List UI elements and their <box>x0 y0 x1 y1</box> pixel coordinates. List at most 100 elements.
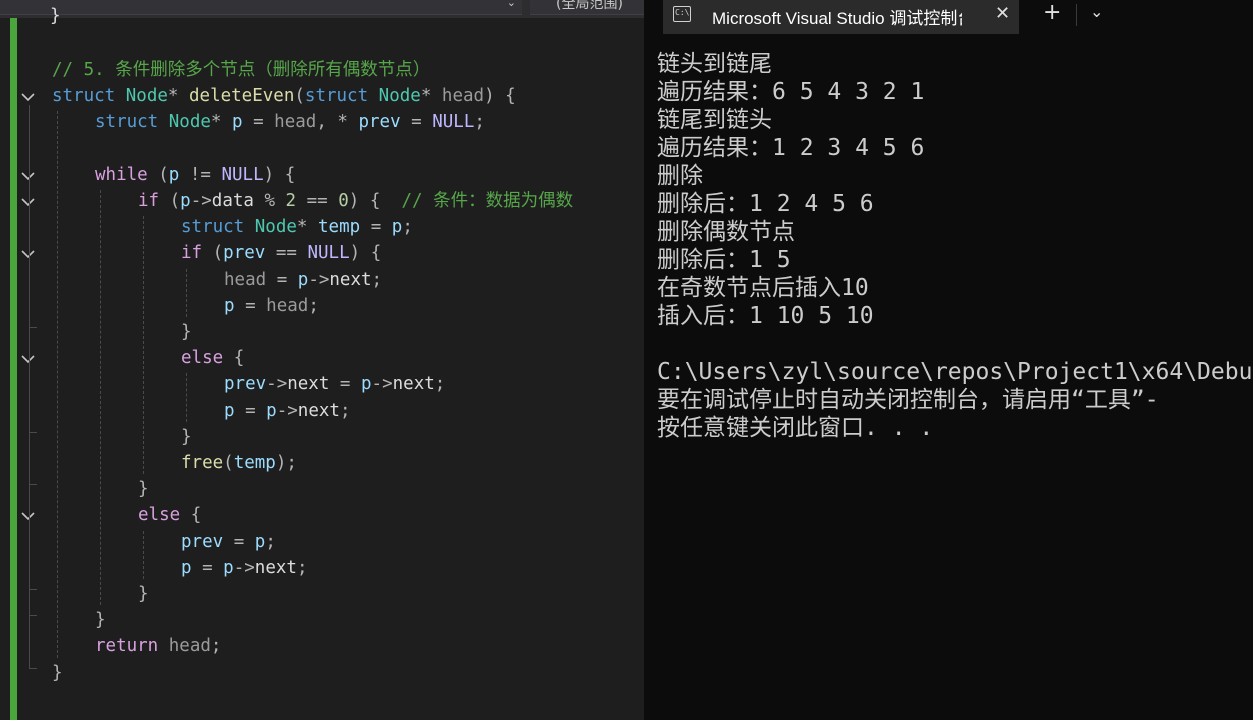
indent-guide <box>143 216 144 475</box>
code-token: prev <box>224 374 267 395</box>
code-editor[interactable]: ⌄ (全局范围) } // 5. 条件删除多个节点（删除所有偶数节点） struc… <box>0 0 644 720</box>
editor-navigation-bar: ⌄ (全局范围) <box>0 0 644 18</box>
new-tab-button[interactable]: + <box>1043 0 1061 25</box>
code-token: NULL <box>221 164 264 185</box>
console-output-line: 删除后：1 2 4 5 6 <box>657 191 874 217</box>
close-icon[interactable]: ✕ <box>995 3 1010 24</box>
code-token: ; <box>434 374 446 395</box>
code-line[interactable]: // 5. 条件删除多个节点（删除所有偶数节点） <box>52 57 430 83</box>
code-token: struct <box>304 86 369 107</box>
code-line[interactable]: if (p->data % 2 == 0) { // 条件：数据为偶数 <box>138 188 573 214</box>
tab-title: Microsoft Visual Studio 调试控制台 <box>712 9 962 28</box>
code-token: } <box>52 662 63 683</box>
code-line[interactable]: } <box>95 607 106 633</box>
code-token: prev <box>223 243 266 264</box>
code-line[interactable]: } <box>52 660 63 686</box>
code-line[interactable]: } <box>138 581 149 607</box>
indent-guide <box>186 268 187 317</box>
code-token: ; <box>296 557 308 578</box>
code-token: } <box>138 584 149 604</box>
console-output-line: 链头到链尾 <box>657 51 772 77</box>
code-token: ( <box>294 86 305 107</box>
member-dropdown[interactable]: ⌄ <box>0 0 522 15</box>
scope-dropdown[interactable]: (全局范围) <box>530 0 644 15</box>
code-line[interactable]: } <box>181 319 192 345</box>
code-line[interactable]: } <box>181 424 192 450</box>
code-line[interactable]: return head; <box>95 633 221 659</box>
code-token: = <box>360 217 392 238</box>
code-line[interactable]: p = head; <box>224 293 319 319</box>
fold-chevron-icon[interactable] <box>20 91 36 105</box>
fold-chevron-icon[interactable] <box>20 170 36 184</box>
code-token: p <box>254 531 266 552</box>
code-token: = <box>234 400 267 421</box>
code-token: } <box>181 426 192 447</box>
fold-scope-end <box>29 615 37 617</box>
code-token: } <box>181 322 192 342</box>
fold-scope-line <box>29 367 30 432</box>
fold-scope-end <box>29 667 37 669</box>
debug-console-window[interactable]: C:\ Microsoft Visual Studio 调试控制台 ✕ + ⌄ … <box>646 0 1253 720</box>
console-output-line: 删除后：1 5 <box>657 247 791 273</box>
code-token: * <box>420 86 442 107</box>
code-token: , * <box>316 112 359 133</box>
code-line[interactable]: free(temp); <box>181 450 297 476</box>
code-token: == <box>296 191 339 211</box>
code-token: if <box>138 191 160 211</box>
code-token: deleteEven <box>189 86 295 107</box>
fold-chevron-icon[interactable] <box>20 248 36 262</box>
code-token: p <box>168 164 180 185</box>
code-token: ) { <box>263 164 296 185</box>
console-output-line: 删除 <box>657 163 703 189</box>
console-tab[interactable]: C:\ Microsoft Visual Studio 调试控制台 ✕ <box>663 0 1019 34</box>
code-token: = <box>234 295 267 316</box>
fold-chevron-icon[interactable] <box>20 353 36 367</box>
code-line[interactable]: p = p->next; <box>224 398 350 424</box>
code-token: p <box>180 191 191 211</box>
code-token: head <box>168 636 211 657</box>
code-token: ; <box>210 636 222 657</box>
code-line[interactable]: struct Node* deleteEven(struct Node* hea… <box>52 83 516 109</box>
code-token: head <box>441 86 485 107</box>
fold-chevron-icon[interactable] <box>20 510 36 524</box>
code-token: // 5. 条件删除多个节点（删除所有偶数节点） <box>52 60 431 80</box>
console-output-line: 要在调试停止时自动关闭控制台，请启用“工具”- <box>657 387 1159 413</box>
change-tracking-bar <box>10 18 17 720</box>
code-token: = <box>329 374 361 395</box>
code-line[interactable]: while (p != NULL) { <box>95 162 295 188</box>
code-token: head <box>266 295 309 316</box>
code-token: next <box>254 557 297 578</box>
code-token: struct <box>52 86 116 107</box>
console-output-line: 删除偶数节点 <box>657 219 795 245</box>
chevron-down-icon[interactable]: ⌄ <box>507 0 516 9</box>
code-token: ; <box>339 400 351 421</box>
indent-guide <box>100 190 101 606</box>
code-token: -> <box>266 374 288 395</box>
code-line[interactable]: if (prev == NULL) { <box>181 240 381 266</box>
code-token: temp <box>318 217 361 238</box>
code-token: struct <box>95 112 159 133</box>
code-line[interactable]: } <box>138 476 149 502</box>
scope-dropdown-label: (全局范围) <box>556 0 623 12</box>
code-line[interactable]: prev->next = p->next; <box>224 371 445 397</box>
code-line[interactable]: prev = p; <box>181 529 276 555</box>
code-line[interactable]: head = p->next; <box>224 267 382 293</box>
code-line[interactable]: struct Node* p = head, * prev = NULL; <box>95 109 485 135</box>
indent-guide <box>57 111 58 658</box>
code-token: ) { <box>348 191 402 211</box>
code-token: else <box>181 348 224 369</box>
code-line[interactable]: else { <box>181 345 244 371</box>
code-token: ; <box>308 295 319 316</box>
tab-separator <box>1076 4 1077 26</box>
fold-chevron-icon[interactable] <box>20 196 36 210</box>
code-token: 0 <box>338 191 349 211</box>
code-line[interactable]: else { <box>138 502 201 528</box>
code-line[interactable]: p = p->next; <box>181 555 307 581</box>
code-token: != <box>179 164 222 185</box>
chevron-down-icon[interactable]: ⌄ <box>1090 2 1103 21</box>
code-token: } <box>138 479 149 500</box>
code-token: // 条件：数据为偶数 <box>401 191 574 211</box>
code-line[interactable]: struct Node* temp = p; <box>181 214 413 240</box>
